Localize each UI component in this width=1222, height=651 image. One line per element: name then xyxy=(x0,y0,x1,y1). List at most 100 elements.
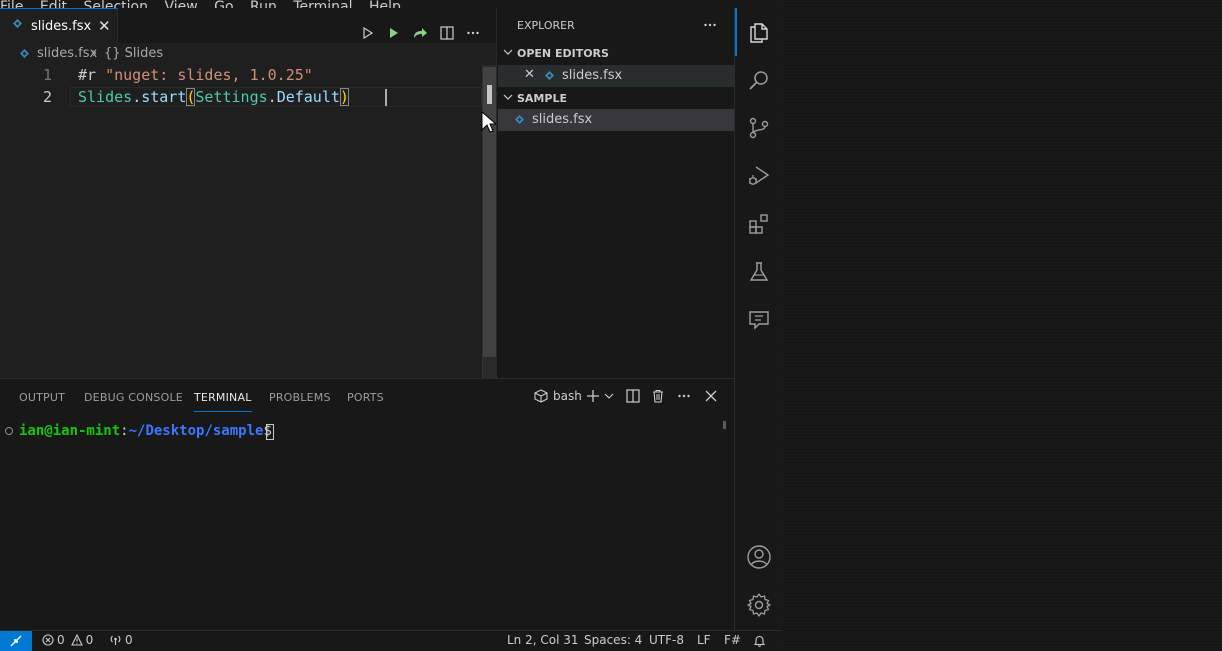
tab-ports[interactable]: PORTS xyxy=(347,391,384,404)
prompt-user: ian@ian-mint xyxy=(19,423,121,439)
terminal-scrollbar[interactable] xyxy=(723,421,726,429)
menu-terminal[interactable]: Terminal xyxy=(293,0,352,8)
end-of-line[interactable]: LF xyxy=(697,633,711,647)
menu-bar: File Edit Selection View Go Run Terminal… xyxy=(0,0,782,8)
code-token: .start xyxy=(132,88,187,106)
code-editor[interactable] xyxy=(0,65,496,378)
terminal-prompt[interactable]: ian@ian-mint:~/Desktop/sample$ xyxy=(19,423,280,439)
menu-file[interactable]: File xyxy=(0,0,23,8)
more-actions-icon[interactable] xyxy=(464,24,482,42)
line-number: 1 xyxy=(42,66,52,84)
explorer-sidebar: EXPLORER OPEN EDITORS ✕ slides.fsx SAMPL… xyxy=(496,8,734,378)
code-token: Slides xyxy=(78,88,133,106)
notifications-bell-icon[interactable] xyxy=(753,634,766,647)
code-token: Default xyxy=(276,88,340,106)
gear-icon[interactable] xyxy=(735,581,783,629)
warning-count: 0 xyxy=(85,633,94,647)
tab-close-icon[interactable]: ✕ xyxy=(98,17,111,35)
code-token: "nuget: slides, 1.0.25" xyxy=(105,66,313,84)
breadcrumb-symbol[interactable]: {} Slides xyxy=(104,46,163,61)
menu-edit[interactable]: Edit xyxy=(40,0,67,8)
open-editor-label: slides.fsx xyxy=(562,68,623,83)
file-label: slides.fsx xyxy=(532,112,593,127)
error-icon xyxy=(42,634,54,646)
tab-label: slides.fsx xyxy=(31,19,92,34)
code-token: #r xyxy=(78,66,106,84)
prompt-path: ~/Desktop/sample xyxy=(128,423,264,439)
explorer-title: EXPLORER xyxy=(517,19,575,32)
source-control-icon[interactable] xyxy=(735,104,783,152)
open-editors-header[interactable]: OPEN EDITORS xyxy=(497,44,734,64)
editor-tab-bar: slides.fsx ✕ xyxy=(0,8,496,44)
testing-icon[interactable] xyxy=(735,248,783,296)
ports-count: 0 xyxy=(125,633,133,647)
send-to-interactive-icon[interactable] xyxy=(411,24,429,42)
terminal-cursor xyxy=(266,424,274,440)
fsharp-file-icon xyxy=(20,49,29,58)
more-actions-icon[interactable] xyxy=(677,389,691,403)
new-terminal-icon[interactable] xyxy=(586,389,600,403)
chevron-down-icon[interactable] xyxy=(604,392,614,400)
problems-indicator[interactable]: 0 0 xyxy=(42,633,93,647)
code-line: Slides.start(Settings.Default) xyxy=(78,86,349,108)
indentation[interactable]: Spaces: 4 xyxy=(584,633,642,647)
trash-icon[interactable] xyxy=(651,389,665,403)
chat-icon[interactable] xyxy=(735,296,783,344)
fsharp-file-icon xyxy=(545,71,554,80)
cursor-position[interactable]: Ln 2, Col 31 xyxy=(507,633,579,647)
code-line: #r "nuget: slides, 1.0.25" xyxy=(78,64,313,86)
menu-go[interactable]: Go xyxy=(214,0,233,8)
menu-help[interactable]: Help xyxy=(369,0,401,8)
extensions-icon[interactable] xyxy=(735,200,783,248)
chevron-down-icon xyxy=(503,47,513,57)
accounts-icon[interactable] xyxy=(735,533,783,581)
menu-selection[interactable]: Selection xyxy=(83,0,148,8)
search-icon[interactable] xyxy=(735,56,783,104)
activity-bar xyxy=(734,8,782,630)
language-mode[interactable]: F# xyxy=(724,633,741,647)
ports-indicator[interactable]: 0 xyxy=(109,633,133,647)
warning-icon xyxy=(70,634,83,646)
open-editors-label: OPEN EDITORS xyxy=(517,47,609,60)
close-editor-icon[interactable]: ✕ xyxy=(524,67,535,82)
command-decoration-icon[interactable] xyxy=(5,427,13,435)
open-editor-item[interactable]: ✕ slides.fsx xyxy=(498,65,734,87)
scrollbar-cursor-marker xyxy=(487,85,492,104)
code-token: Settings xyxy=(195,88,268,106)
folder-name: SAMPLE xyxy=(517,92,567,105)
explorer-icon[interactable] xyxy=(735,8,783,56)
encoding[interactable]: UTF-8 xyxy=(649,633,684,647)
status-bar: 0 0 0 Ln 2, Col 31 Spaces: 4 UTF-8 LF F# xyxy=(0,630,782,651)
editor-tab-slides-fsx[interactable]: slides.fsx ✕ xyxy=(0,8,118,43)
menu-run[interactable]: Run xyxy=(250,0,277,8)
tab-output[interactable]: OUTPUT xyxy=(19,391,65,404)
run-debug-icon[interactable] xyxy=(735,152,783,200)
bottom-panel: OUTPUT DEBUG CONSOLE TERMINAL PROBLEMS P… xyxy=(0,378,734,631)
split-terminal-icon[interactable] xyxy=(626,389,640,403)
folder-header-sample[interactable]: SAMPLE xyxy=(497,89,734,109)
remote-indicator[interactable] xyxy=(0,631,32,651)
terminal-name[interactable]: bash xyxy=(553,389,582,403)
error-count: 0 xyxy=(57,633,65,647)
fsharp-file-icon xyxy=(515,115,524,124)
code-token: ) xyxy=(339,88,349,106)
tab-problems[interactable]: PROBLEMS xyxy=(269,391,331,404)
code-token: . xyxy=(267,88,277,106)
text-cursor xyxy=(385,89,387,106)
tab-terminal[interactable]: TERMINAL xyxy=(194,391,252,412)
split-editor-icon[interactable] xyxy=(438,24,456,42)
breadcrumb: slides.fsx › {} Slides xyxy=(0,43,496,65)
chevron-right-icon: › xyxy=(92,46,98,61)
chevron-down-icon xyxy=(503,92,513,102)
menu-view[interactable]: View xyxy=(164,0,197,8)
remote-icon xyxy=(10,635,22,647)
breadcrumb-file[interactable]: slides.fsx xyxy=(37,46,97,61)
tab-debug-console[interactable]: DEBUG CONSOLE xyxy=(84,391,183,404)
prompt-separator: : xyxy=(120,423,129,439)
file-tree-item[interactable]: slides.fsx xyxy=(498,109,734,131)
explorer-more-icon[interactable] xyxy=(703,19,717,31)
run-without-debug-icon[interactable] xyxy=(359,24,377,42)
run-script-icon[interactable] xyxy=(385,24,403,42)
close-panel-icon[interactable] xyxy=(704,389,718,403)
fsharp-file-icon xyxy=(13,19,22,28)
